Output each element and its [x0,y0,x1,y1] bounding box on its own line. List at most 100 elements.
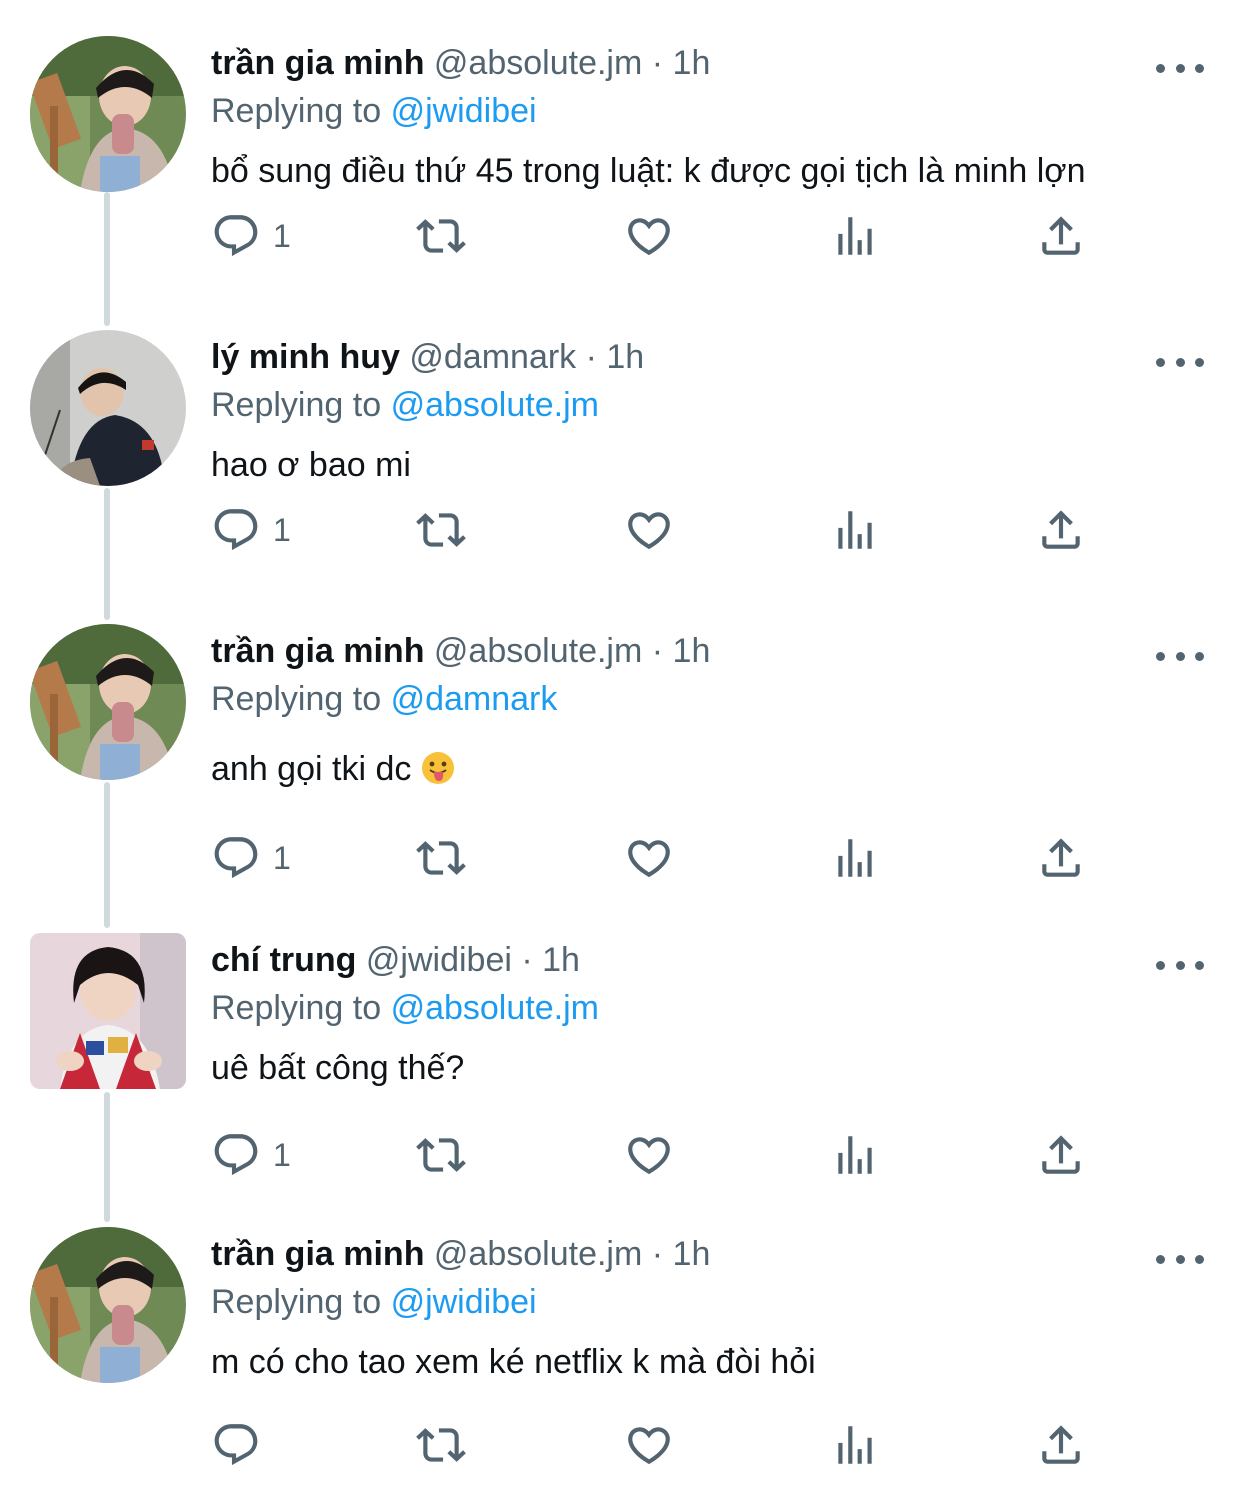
share-button[interactable] [1036,1127,1086,1183]
timestamp[interactable]: · 1h [586,338,645,376]
avatar[interactable] [30,624,186,780]
views-icon [830,1420,880,1470]
like-icon [624,833,674,883]
tweet-body: anh gọi tki dc [211,746,455,792]
user-avatar-image [30,933,186,1089]
share-button[interactable] [1036,1417,1086,1473]
tweet-header: lý minh huy @damnark · 1h [211,334,644,380]
reply-icon [211,833,261,883]
timestamp[interactable]: · 1h [652,632,711,670]
views-button[interactable] [830,502,880,558]
tweet-text: hao ơ bao mi [211,446,411,484]
more-icon[interactable] [1152,646,1208,666]
retweet-button[interactable] [416,502,466,558]
share-icon [1036,211,1086,261]
retweet-icon [416,1130,466,1180]
more-icon[interactable] [1152,58,1208,78]
handle[interactable]: @damnark [409,338,576,376]
display-name[interactable]: trần gia minh [211,44,424,82]
reply-icon [211,1420,261,1470]
replying-to-link[interactable]: @damnark [391,680,558,718]
like-button[interactable] [624,208,674,264]
retweet-button[interactable] [416,1417,466,1473]
user-avatar-image [30,624,186,780]
views-button[interactable] [830,830,880,886]
avatar[interactable] [30,36,186,192]
share-icon [1036,1130,1086,1180]
display-name[interactable]: trần gia minh [211,1235,424,1273]
share-icon [1036,505,1086,555]
more-icon[interactable] [1152,352,1208,372]
reply-button[interactable] [211,1417,273,1473]
avatar[interactable] [30,330,186,486]
retweet-icon [416,505,466,555]
more-icon[interactable] [1152,1249,1208,1269]
timestamp[interactable]: · 1h [652,44,711,82]
tweet-header: chí trung @jwidibei · 1h [211,937,580,983]
share-button[interactable] [1036,208,1086,264]
replying-to: Replying to @absolute.jm [211,382,599,428]
replying-prefix: Replying to [211,386,382,424]
reply-button[interactable]: 1 [211,208,291,264]
tweet-header: trần gia minh @absolute.jm · 1h [211,628,710,674]
tweet-header: trần gia minh @absolute.jm · 1h [211,1231,710,1277]
like-icon [624,211,674,261]
like-icon [624,1130,674,1180]
replying-to: Replying to @jwidibei [211,1279,537,1325]
views-button[interactable] [830,1417,880,1473]
handle[interactable]: @absolute.jm [434,1235,642,1273]
reply-button[interactable]: 1 [211,830,291,886]
like-icon [624,505,674,555]
like-button[interactable] [624,502,674,558]
timestamp[interactable]: · 1h [521,941,580,979]
reply-count: 1 [273,840,291,876]
replying-to: Replying to @jwidibei [211,88,537,134]
share-button[interactable] [1036,830,1086,886]
like-button[interactable] [624,1417,674,1473]
timestamp[interactable]: · 1h [652,1235,711,1273]
views-button[interactable] [830,208,880,264]
replying-to-link[interactable]: @absolute.jm [391,386,599,424]
action-bar: 1 [0,208,1242,264]
reply-button[interactable]: 1 [211,502,291,558]
tweet-text: m có cho tao xem ké netflix k mà đòi hỏi [211,1343,816,1381]
views-button[interactable] [830,1127,880,1183]
avatar[interactable] [30,1227,186,1383]
handle[interactable]: @absolute.jm [434,632,642,670]
replying-to: Replying to @damnark [211,676,557,722]
share-icon [1036,833,1086,883]
views-icon [830,211,880,261]
action-bar: 1 [0,830,1242,886]
replying-prefix: Replying to [211,989,382,1027]
share-button[interactable] [1036,502,1086,558]
like-button[interactable] [624,830,674,886]
tweet-text: bổ sung điều thứ 45 trong luật: k được g… [211,152,1086,190]
handle[interactable]: @jwidibei [366,941,512,979]
retweet-button[interactable] [416,1127,466,1183]
display-name[interactable]: lý minh huy [211,338,400,376]
action-bar [0,1417,1242,1473]
retweet-button[interactable] [416,208,466,264]
tweet-header: trần gia minh @absolute.jm · 1h [211,40,710,86]
replying-to-link[interactable]: @absolute.jm [391,989,599,1027]
reply-count: 1 [273,218,291,254]
reply-icon [211,211,261,261]
handle[interactable]: @absolute.jm [434,44,642,82]
reply-button[interactable]: 1 [211,1127,291,1183]
avatar[interactable] [30,933,186,1089]
user-avatar-image [30,1227,186,1383]
like-button[interactable] [624,1127,674,1183]
reply-icon [211,505,261,555]
replying-to: Replying to @absolute.jm [211,985,599,1031]
replying-to-link[interactable]: @jwidibei [391,1283,537,1321]
more-icon[interactable] [1152,955,1208,975]
retweet-icon [416,833,466,883]
replying-prefix: Replying to [211,1283,382,1321]
user-avatar-image [30,36,186,192]
display-name[interactable]: trần gia minh [211,632,424,670]
replying-prefix: Replying to [211,680,382,718]
replying-to-link[interactable]: @jwidibei [391,92,537,130]
retweet-button[interactable] [416,830,466,886]
display-name[interactable]: chí trung [211,941,356,979]
face-with-tongue-emoji [421,751,455,785]
